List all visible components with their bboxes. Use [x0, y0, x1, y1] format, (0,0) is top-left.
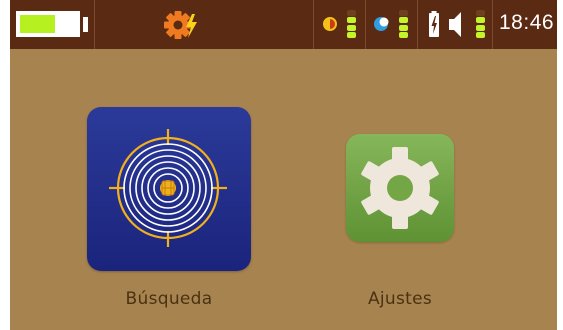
level-indicator-2: [399, 10, 408, 38]
level-bar: [347, 24, 356, 31]
clock: 18:46: [499, 11, 555, 34]
status-bar: 18:46: [10, 0, 557, 49]
search-app-tile[interactable]: [87, 107, 251, 271]
battery-icon: [16, 11, 80, 37]
battery-tip: [83, 17, 88, 32]
status-divider: [94, 0, 95, 49]
level-indicator-1: [347, 10, 356, 38]
level-bar: [347, 10, 356, 16]
level-bar: [399, 31, 408, 38]
level-indicator-3: [476, 10, 485, 38]
level-bar: [476, 10, 485, 16]
level-bar: [347, 31, 356, 38]
level-bar: [347, 17, 356, 24]
gear-icon: [361, 147, 439, 229]
moon-icon: [374, 17, 389, 31]
battery-level-fill: [20, 15, 55, 33]
search-app-label[interactable]: Búsqueda: [69, 289, 269, 309]
level-bar: [476, 17, 485, 24]
speaker-icon[interactable]: [448, 0, 464, 49]
settings-app-tile[interactable]: [346, 134, 454, 242]
settings-app-label[interactable]: Ajustes: [300, 289, 500, 309]
screen: 18:46 Búsqueda Ajustes: [10, 0, 557, 330]
level-bar: [399, 24, 408, 31]
half-circle-icon: [323, 17, 337, 31]
target-search-icon: [109, 129, 227, 247]
level-bar: [476, 24, 485, 31]
status-divider: [313, 0, 314, 49]
level-bar: [476, 31, 485, 38]
status-divider: [365, 0, 366, 49]
gear-warning-icon[interactable]: [162, 9, 202, 41]
status-divider: [492, 0, 493, 49]
level-bar: [399, 17, 408, 24]
level-bar: [399, 10, 408, 16]
battery-charging-icon: [429, 11, 439, 37]
device-frame: 18:46 Búsqueda Ajustes: [0, 0, 563, 330]
status-divider: [417, 0, 418, 49]
